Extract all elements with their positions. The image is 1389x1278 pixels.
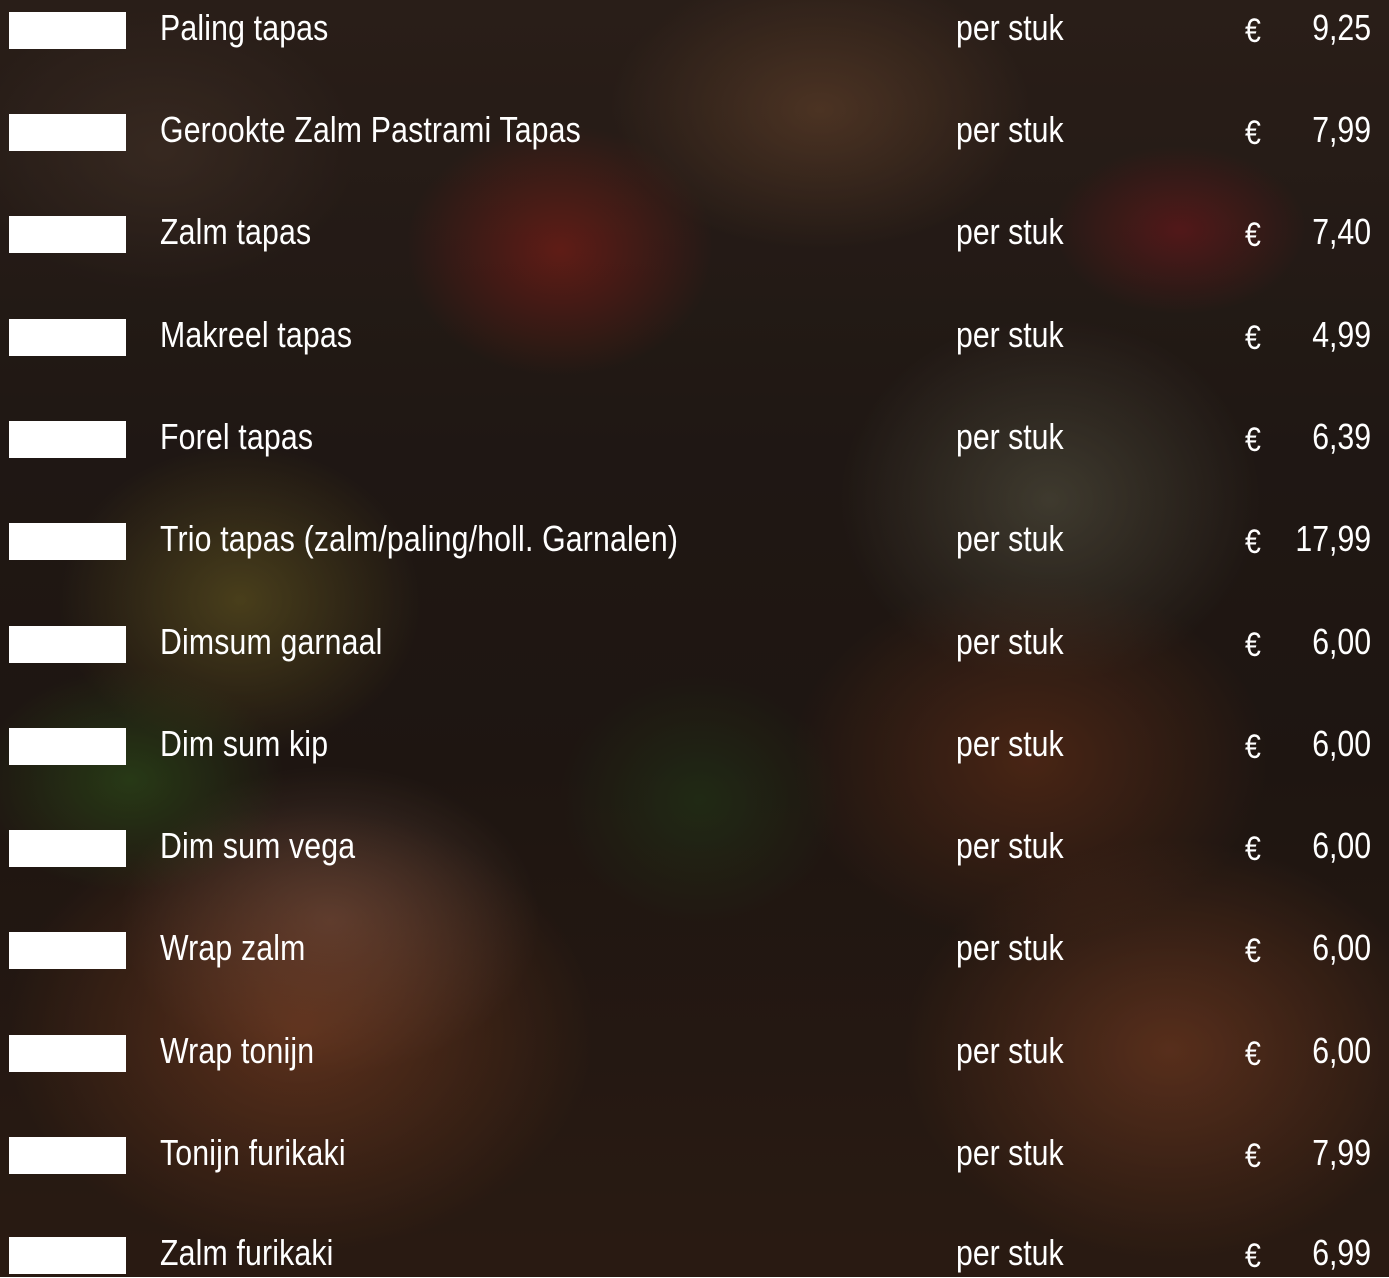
item-price: 6,00 [1312, 825, 1371, 866]
euro-icon: € [1245, 728, 1261, 766]
item-unit: per stuk [956, 927, 1064, 968]
item-unit: per stuk [956, 211, 1064, 252]
menu-item-row: Forel tapas per stuk € 6,39 [0, 409, 1389, 469]
euro-icon: € [1245, 216, 1261, 254]
euro-icon: € [1245, 12, 1261, 50]
item-name: Wrap tonijn [160, 1030, 315, 1071]
item-unit: per stuk [956, 1232, 1064, 1273]
item-unit: per stuk [956, 1030, 1064, 1071]
item-price: 6,00 [1312, 1030, 1371, 1071]
menu-item-row: Makreel tapas per stuk € 4,99 [0, 307, 1389, 367]
quantity-box[interactable] [9, 1137, 126, 1174]
item-name: Dimsum garnaal [160, 621, 383, 662]
item-unit: per stuk [956, 723, 1064, 764]
quantity-box[interactable] [9, 1237, 126, 1274]
euro-icon: € [1245, 1237, 1261, 1275]
item-price: 7,99 [1312, 1132, 1371, 1173]
quantity-box[interactable] [9, 114, 126, 151]
menu-item-row: Trio tapas (zalm/paling/holl. Garnalen) … [0, 511, 1389, 571]
item-name: Forel tapas [160, 416, 314, 457]
item-unit: per stuk [956, 416, 1064, 457]
item-price: 6,00 [1312, 723, 1371, 764]
item-name: Paling tapas [160, 7, 329, 48]
item-price: 17,99 [1295, 518, 1371, 559]
menu-item-row: Dimsum garnaal per stuk € 6,00 [0, 614, 1389, 674]
quantity-box[interactable] [9, 319, 126, 356]
item-name: Zalm furikaki [160, 1232, 334, 1273]
item-unit: per stuk [956, 621, 1064, 662]
menu-item-row: Paling tapas per stuk € 9,25 [0, 0, 1389, 60]
quantity-box[interactable] [9, 523, 126, 560]
item-unit: per stuk [956, 109, 1064, 150]
menu-list: Paling tapas per stuk € 9,25 Gerookte Za… [0, 0, 1389, 1277]
item-name: Wrap zalm [160, 927, 306, 968]
quantity-box[interactable] [9, 728, 126, 765]
item-price: 9,25 [1312, 7, 1371, 48]
euro-icon: € [1245, 1035, 1261, 1073]
menu-item-row: Gerookte Zalm Pastrami Tapas per stuk € … [0, 102, 1389, 162]
item-price: 6,39 [1312, 416, 1371, 457]
item-unit: per stuk [956, 1132, 1064, 1173]
item-price: 7,99 [1312, 109, 1371, 150]
quantity-box[interactable] [9, 12, 126, 49]
euro-icon: € [1245, 319, 1261, 357]
item-name: Dim sum kip [160, 723, 329, 764]
item-price: 6,00 [1312, 621, 1371, 662]
item-unit: per stuk [956, 518, 1064, 559]
item-unit: per stuk [956, 825, 1064, 866]
euro-icon: € [1245, 830, 1261, 868]
item-name: Makreel tapas [160, 314, 353, 355]
item-price: 6,99 [1312, 1232, 1371, 1273]
item-unit: per stuk [956, 7, 1064, 48]
quantity-box[interactable] [9, 1035, 126, 1072]
item-price: 7,40 [1312, 211, 1371, 252]
menu-item-row: Wrap tonijn per stuk € 6,00 [0, 1023, 1389, 1083]
menu-item-row: Wrap zalm per stuk € 6,00 [0, 920, 1389, 980]
menu-item-row: Tonijn furikaki per stuk € 7,99 [0, 1125, 1389, 1185]
item-name: Zalm tapas [160, 211, 312, 252]
item-price: 6,00 [1312, 927, 1371, 968]
item-name: Gerookte Zalm Pastrami Tapas [160, 109, 581, 150]
euro-icon: € [1245, 114, 1261, 152]
item-unit: per stuk [956, 314, 1064, 355]
item-name: Trio tapas (zalm/paling/holl. Garnalen) [160, 518, 679, 559]
euro-icon: € [1245, 626, 1261, 664]
menu-item-row: Zalm furikaki per stuk € 6,99 [0, 1217, 1389, 1277]
menu-item-row: Dim sum kip per stuk € 6,00 [0, 716, 1389, 776]
quantity-box[interactable] [9, 932, 126, 969]
euro-icon: € [1245, 421, 1261, 459]
item-name: Dim sum vega [160, 825, 356, 866]
euro-icon: € [1245, 523, 1261, 561]
quantity-box[interactable] [9, 830, 126, 867]
quantity-box[interactable] [9, 216, 126, 253]
item-name: Tonijn furikaki [160, 1132, 346, 1173]
item-price: 4,99 [1312, 314, 1371, 355]
quantity-box[interactable] [9, 626, 126, 663]
menu-item-row: Dim sum vega per stuk € 6,00 [0, 818, 1389, 878]
menu-item-row: Zalm tapas per stuk € 7,40 [0, 204, 1389, 264]
euro-icon: € [1245, 1137, 1261, 1175]
quantity-box[interactable] [9, 421, 126, 458]
euro-icon: € [1245, 932, 1261, 970]
